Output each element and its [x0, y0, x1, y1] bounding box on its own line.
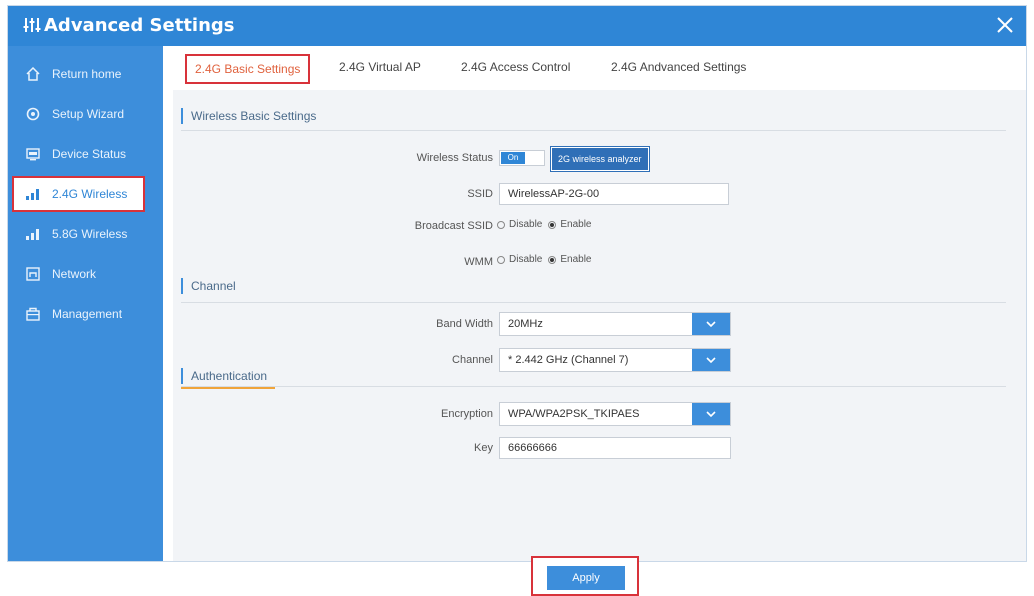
tab-bar: 2.4G Basic Settings 2.4G Virtual AP 2.4G… [163, 46, 1026, 90]
wmm-label: WMM [464, 256, 493, 268]
sidebar-item-label: Return home [52, 67, 122, 81]
channel-value: * 2.442 GHz (Channel 7) [508, 354, 629, 366]
encryption-label: Encryption [441, 408, 493, 420]
wireless-analyzer-button[interactable]: 2G wireless analyzer [551, 147, 649, 171]
radio-label: Disable [509, 219, 543, 230]
toolbox-icon [22, 306, 44, 322]
broadcast-ssid-radio-group: Disable Enable [497, 219, 592, 230]
broadcast-ssid-disable-radio[interactable] [497, 220, 505, 229]
key-input[interactable] [499, 437, 731, 459]
key-label: Key [474, 442, 493, 454]
sidebar-item-label: Device Status [52, 147, 127, 161]
encryption-value: WPA/WPA2PSK_TKIPAES [508, 408, 640, 420]
window-title: Advanced Settings [44, 15, 235, 36]
sidebar-item-return-home[interactable]: Return home [8, 56, 163, 92]
sidebar-item-network[interactable]: Network [8, 256, 163, 292]
ssid-input[interactable] [499, 183, 729, 205]
sidebar-item-label: Network [52, 267, 97, 281]
band-width-select[interactable]: 20MHz [499, 312, 731, 336]
settings-panel: Wireless Basic Settings Wireless Status … [173, 90, 1026, 596]
tab-2-4g-access-control[interactable]: 2.4G Access Control [461, 60, 570, 74]
sidebar-item-setup-wizard[interactable]: Setup Wizard [8, 96, 163, 132]
band-width-label: Band Width [436, 318, 493, 330]
sidebar-item-management[interactable]: Management [8, 296, 163, 332]
sidebar-item-2-4g-wireless[interactable]: 2.4G Wireless [12, 176, 145, 212]
tab-2-4g-advanced-settings[interactable]: 2.4G Andvanced Settings [611, 60, 746, 74]
tab-2-4g-virtual-ap[interactable]: 2.4G Virtual AP [339, 60, 421, 74]
home-icon [22, 66, 44, 82]
section-divider [181, 386, 1006, 387]
section-divider [181, 302, 1006, 303]
monitor-icon [22, 146, 44, 162]
sidebar-item-device-status[interactable]: Device Status [8, 136, 163, 172]
section-underline-accent [181, 387, 275, 389]
channel-select[interactable]: * 2.442 GHz (Channel 7) [499, 348, 731, 372]
signal-icon [22, 186, 44, 202]
wmm-radio-group: Disable Enable [497, 254, 592, 265]
sidebar-item-label: Setup Wizard [52, 107, 125, 121]
signal-icon [22, 226, 44, 242]
section-title-wireless-basic: Wireless Basic Settings [181, 108, 316, 124]
main-content: 2.4G Basic Settings 2.4G Virtual AP 2.4G… [163, 46, 1026, 596]
section-title-channel: Channel [181, 278, 236, 294]
apply-button[interactable]: Apply [547, 566, 625, 590]
sidebar-item-label: 5.8G Wireless [52, 227, 128, 241]
sidebar-item-5-8g-wireless[interactable]: 5.8G Wireless [8, 216, 163, 252]
wizard-icon [22, 106, 44, 122]
broadcast-ssid-enable-radio[interactable] [548, 220, 557, 229]
sidebar-item-label: 2.4G Wireless [52, 187, 128, 201]
radio-label: Disable [509, 254, 543, 265]
title-bar: Advanced Settings [8, 6, 1026, 46]
tab-2-4g-basic-settings[interactable]: 2.4G Basic Settings [185, 54, 311, 84]
channel-label: Channel [452, 354, 493, 366]
advanced-settings-window: Advanced Settings Return home Setup Wiza… [8, 6, 1026, 596]
section-title-authentication: Authentication [181, 368, 267, 384]
chevron-down-icon [692, 349, 730, 371]
apply-highlight: Apply [531, 556, 639, 596]
network-icon [22, 266, 44, 282]
broadcast-ssid-label: Broadcast SSID [414, 220, 493, 232]
chevron-down-icon [692, 313, 730, 335]
wireless-status-label: Wireless Status [416, 152, 493, 164]
close-icon[interactable] [992, 12, 1018, 38]
ssid-label: SSID [467, 188, 493, 200]
toggle-on-label: On [501, 152, 525, 164]
sidebar-item-label: Management [52, 307, 123, 321]
wireless-status-toggle[interactable]: On [499, 150, 545, 166]
encryption-select[interactable]: WPA/WPA2PSK_TKIPAES [499, 402, 731, 426]
radio-label: Enable [560, 254, 592, 265]
radio-label: Enable [560, 219, 592, 230]
wmm-enable-radio[interactable] [548, 255, 557, 264]
section-divider [181, 130, 1006, 131]
sliders-icon [23, 18, 41, 32]
sidebar: Return home Setup Wizard Device Status 2… [8, 46, 163, 561]
band-width-value: 20MHz [508, 318, 543, 330]
chevron-down-icon [692, 403, 730, 425]
wmm-disable-radio[interactable] [497, 255, 505, 264]
